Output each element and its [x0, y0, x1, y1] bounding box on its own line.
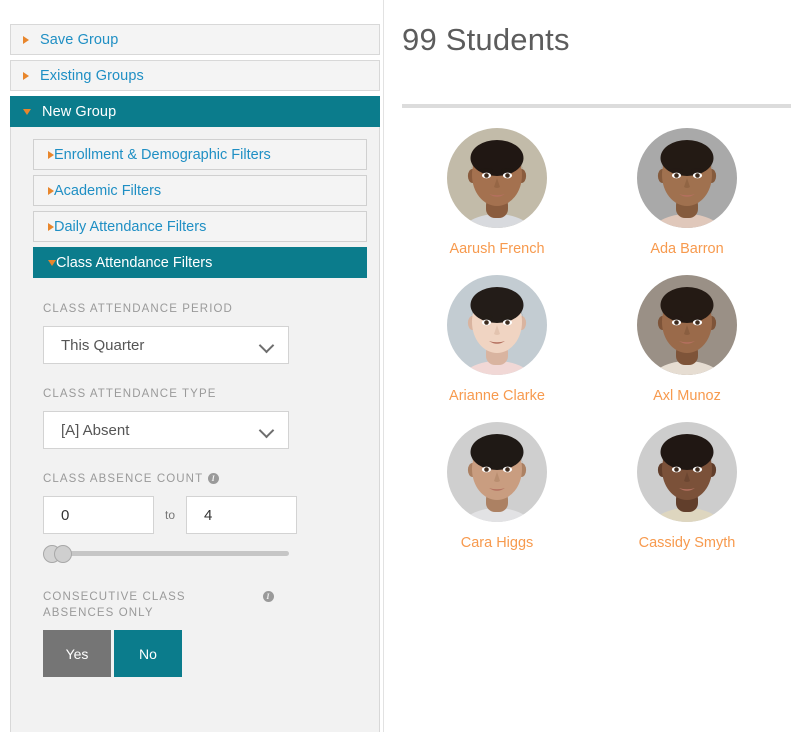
sidebar-item-class-attendance-filters[interactable]: Class Attendance Filters	[33, 247, 367, 278]
chevron-down-icon	[259, 338, 275, 354]
caret-right-icon	[23, 36, 29, 44]
absence-count-max-input[interactable]	[186, 496, 297, 534]
student-card[interactable]: Cara Higgs	[402, 422, 592, 551]
avatar[interactable]	[447, 128, 547, 228]
student-card[interactable]: Aarush French	[402, 128, 592, 257]
filters-panel: Save Group Existing Groups New Group Enr…	[0, 0, 390, 732]
page-title: 99 Students	[402, 18, 793, 62]
sub-accordion-label: Class Attendance Filters	[56, 255, 212, 271]
info-icon[interactable]: i	[208, 473, 219, 484]
sub-accordion-label: Daily Attendance Filters	[54, 219, 206, 235]
accordion-label: Existing Groups	[40, 68, 144, 84]
student-card[interactable]: Ada Barron	[592, 128, 782, 257]
student-name[interactable]: Aarush French	[449, 241, 544, 257]
class-attendance-period-label: CLASS ATTENDANCE PERIOD	[43, 301, 367, 317]
class-attendance-type-label: CLASS ATTENDANCE TYPE	[43, 386, 367, 402]
caret-down-icon	[48, 260, 56, 266]
accordion-label: Save Group	[40, 32, 118, 48]
sidebar-item-enrollment-demographic-filters[interactable]: Enrollment & Demographic Filters	[33, 139, 367, 170]
student-card[interactable]: Arianne Clarke	[402, 275, 592, 404]
class-attendance-filter-form: CLASS ATTENDANCE PERIOD This Quarter CLA…	[33, 283, 367, 677]
info-icon[interactable]: i	[263, 591, 274, 602]
avatar[interactable]	[637, 422, 737, 522]
caret-right-icon	[23, 72, 29, 80]
app-root: Save Group Existing Groups New Group Enr…	[0, 0, 793, 732]
panel-divider	[383, 0, 384, 732]
student-grid: Aarush French Ada Barron	[402, 128, 793, 551]
caret-down-icon	[23, 109, 31, 115]
sub-accordion-label: Academic Filters	[54, 183, 161, 199]
title-divider	[402, 104, 791, 108]
student-name[interactable]: Cassidy Smyth	[639, 535, 736, 551]
student-name[interactable]: Ada Barron	[650, 241, 723, 257]
student-name[interactable]: Axl Munoz	[653, 388, 721, 404]
sub-accordion-label: Enrollment & Demographic Filters	[54, 147, 271, 163]
sidebar-item-academic-filters[interactable]: Academic Filters	[33, 175, 367, 206]
consecutive-no-button[interactable]: No	[114, 630, 182, 677]
chevron-down-icon	[259, 423, 275, 439]
accordion-new-group[interactable]: New Group	[10, 96, 380, 127]
consecutive-yes-button[interactable]: Yes	[43, 630, 111, 677]
slider-track	[43, 551, 289, 556]
absence-count-min-input[interactable]	[43, 496, 154, 534]
avatar[interactable]	[447, 422, 547, 522]
new-group-content: Enrollment & Demographic Filters Academi…	[10, 127, 380, 732]
avatar[interactable]	[447, 275, 547, 375]
student-card[interactable]: Cassidy Smyth	[592, 422, 782, 551]
accordion-existing-groups[interactable]: Existing Groups	[10, 60, 380, 91]
accordion-save-group[interactable]: Save Group	[10, 24, 380, 55]
accordion-label: New Group	[42, 104, 116, 120]
sidebar-item-daily-attendance-filters[interactable]: Daily Attendance Filters	[33, 211, 367, 242]
consecutive-class-absences-only-label: CONSECUTIVE CLASS ABSENCES ONLY i	[43, 589, 367, 621]
slider-handle-max[interactable]	[54, 545, 72, 563]
avatar[interactable]	[637, 275, 737, 375]
select-value: [A] Absent	[61, 422, 129, 439]
class-attendance-period-select[interactable]: This Quarter	[43, 326, 289, 364]
class-attendance-type-select[interactable]: [A] Absent	[43, 411, 289, 449]
student-name[interactable]: Cara Higgs	[461, 535, 534, 551]
class-absence-count-range: to	[43, 496, 367, 534]
consecutive-absences-toggle: Yes No	[43, 630, 367, 677]
range-separator-label: to	[165, 508, 175, 522]
student-card[interactable]: Axl Munoz	[592, 275, 782, 404]
avatar[interactable]	[637, 128, 737, 228]
select-value: This Quarter	[61, 337, 144, 354]
student-name[interactable]: Arianne Clarke	[449, 388, 545, 404]
class-absence-count-label: CLASS ABSENCE COUNT i	[43, 471, 367, 487]
students-results-panel: 99 Students Aarush French	[390, 0, 793, 732]
absence-count-range-slider[interactable]	[43, 543, 289, 563]
